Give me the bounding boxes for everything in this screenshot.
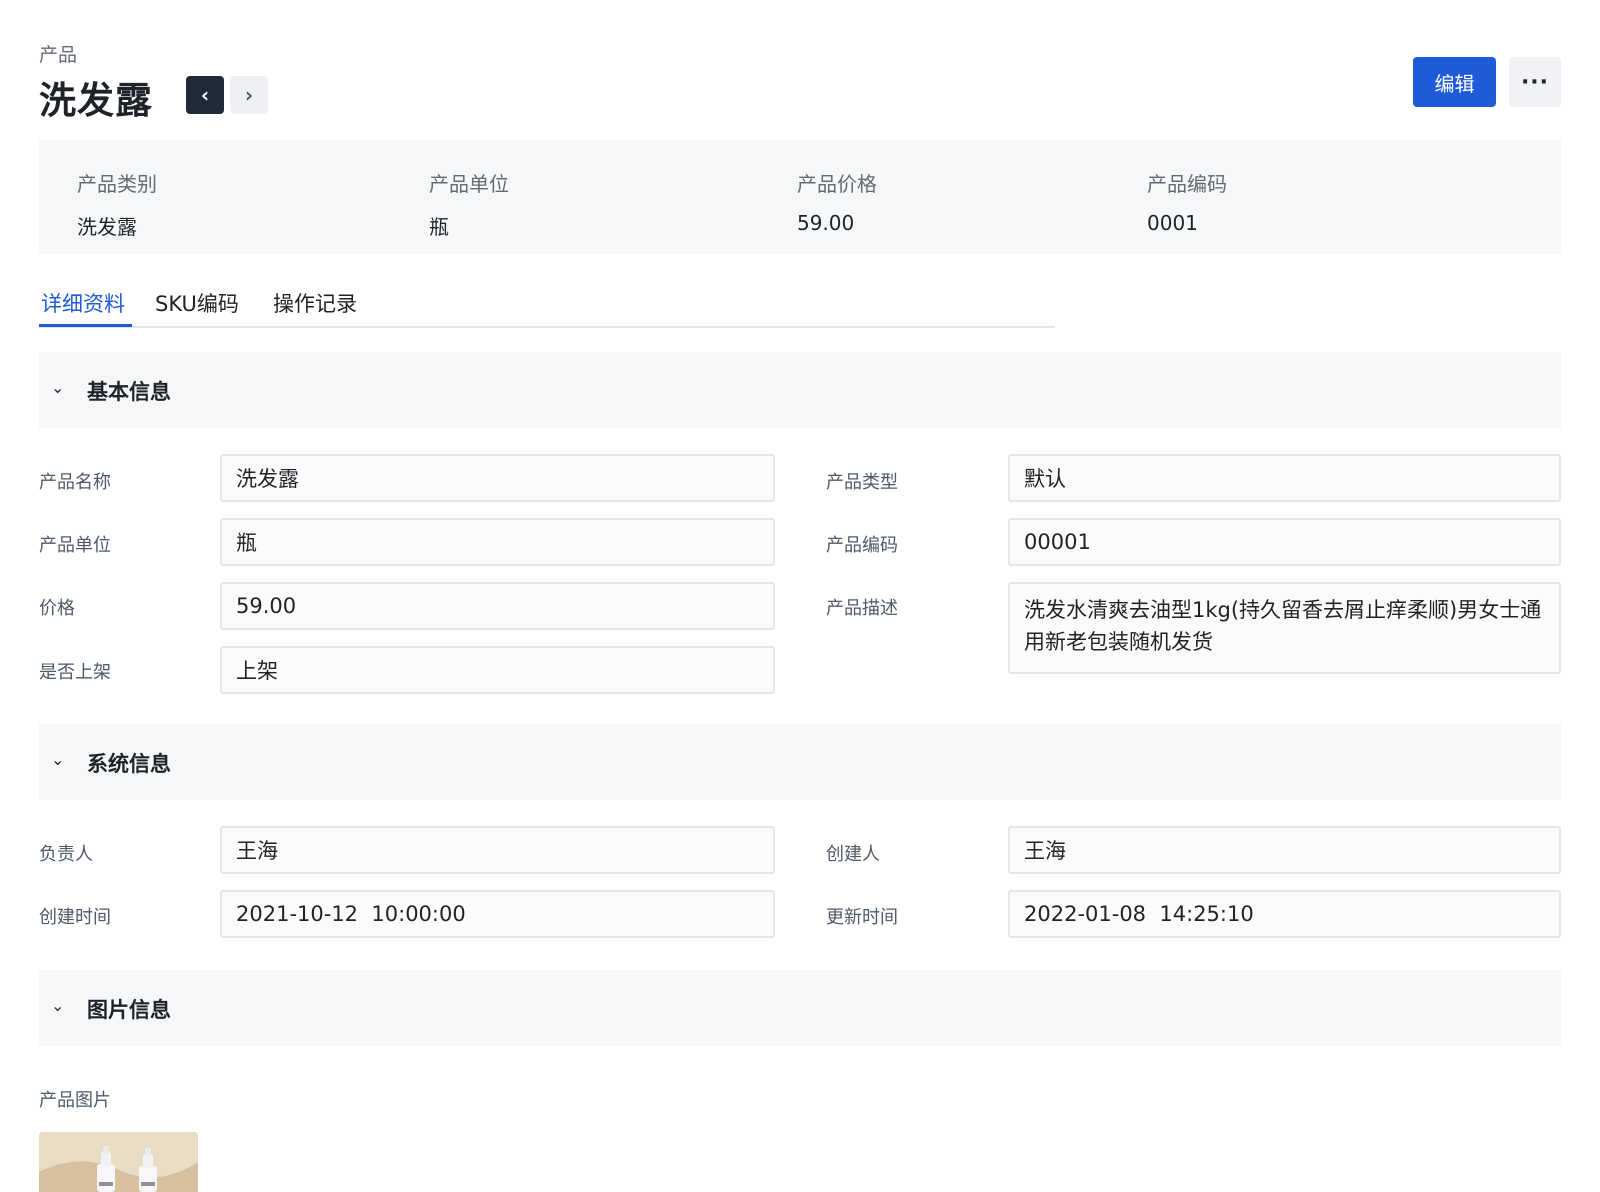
summary-value: 0001 [1147,211,1198,235]
updated-at-field[interactable]: 2022-01-08 14:25:10 [1008,890,1561,938]
chevron-left-icon: ‹ [200,83,210,107]
product-name-field[interactable]: 洗发露 [220,454,775,502]
field-label-product-description: 产品描述 [826,598,898,619]
summary-value: 59.00 [797,211,855,235]
chevron-down-icon: ⌄ [51,750,65,769]
summary-panel: 产品类别 洗发露 产品单位 瓶 产品价格 59.00 产品编码 0001 [39,140,1561,254]
active-tab-indicator [39,324,132,327]
summary-item-price: 产品价格 59.00 [797,168,877,235]
page-title: 洗发露 [39,79,153,122]
field-label-product-type: 产品类型 [826,472,898,493]
chevron-right-icon: › [244,83,254,107]
next-record-button[interactable]: › [230,76,268,114]
summary-label: 产品编码 [1147,172,1227,196]
summary-item-code: 产品编码 0001 [1147,168,1227,235]
edit-button[interactable]: 编辑 [1413,57,1496,107]
creator-field[interactable]: 王海 [1008,826,1561,874]
summary-label: 产品类别 [77,172,157,196]
section-image-info[interactable]: ⌄ 图片信息 [39,970,1561,1046]
chevron-down-icon: ⌄ [51,378,65,397]
field-label-updated-at: 更新时间 [826,907,898,928]
tab-sku-codes[interactable]: SKU编码 [155,288,239,318]
more-button[interactable]: ··· [1509,57,1561,107]
summary-label: 产品价格 [797,172,877,196]
product-code-field[interactable]: 00001 [1008,518,1561,566]
field-label-product-image: 产品图片 [39,1090,111,1111]
field-label-product-unit: 产品单位 [39,535,111,556]
summary-label: 产品单位 [429,172,509,196]
listed-status-field[interactable]: 上架 [220,646,775,694]
section-title: 图片信息 [87,998,171,1022]
price-field[interactable]: 59.00 [220,582,775,630]
section-system-info[interactable]: ⌄ 系统信息 [39,724,1561,800]
summary-value: 瓶 [429,215,449,239]
section-title: 系统信息 [87,752,171,776]
section-basic-info[interactable]: ⌄ 基本信息 [39,352,1561,428]
field-label-price: 价格 [39,598,75,619]
owner-field[interactable]: 王海 [220,826,775,874]
created-at-field[interactable]: 2021-10-12 10:00:00 [220,890,775,938]
field-label-listed: 是否上架 [39,662,111,683]
field-label-owner: 负责人 [39,844,93,865]
field-label-created-at: 创建时间 [39,907,111,928]
section-title: 基本信息 [87,380,171,404]
tab-operation-log[interactable]: 操作记录 [273,288,357,318]
summary-value: 洗发露 [77,215,137,239]
shampoo-bottles-image [39,1132,198,1192]
field-label-product-code: 产品编码 [826,535,898,556]
product-description-field[interactable]: 洗发水清爽去油型1kg(持久留香去屑止痒柔顺)男女士通用新老包装随机发货 [1008,582,1561,674]
tab-bar: 详细资料 SKU编码 操作记录 [39,282,1055,328]
product-image-thumbnail[interactable] [39,1132,198,1192]
product-unit-field[interactable]: 瓶 [220,518,775,566]
chevron-down-icon: ⌄ [51,996,65,1015]
field-label-product-name: 产品名称 [39,472,111,493]
prev-record-button[interactable]: ‹ [186,76,224,114]
tab-details[interactable]: 详细资料 [41,288,125,318]
summary-item-category: 产品类别 洗发露 [77,168,157,240]
summary-item-unit: 产品单位 瓶 [429,168,509,240]
field-label-creator: 创建人 [826,844,880,865]
more-icon: ··· [1520,69,1550,95]
product-type-field[interactable]: 默认 [1008,454,1561,502]
breadcrumb[interactable]: 产品 [39,40,77,67]
